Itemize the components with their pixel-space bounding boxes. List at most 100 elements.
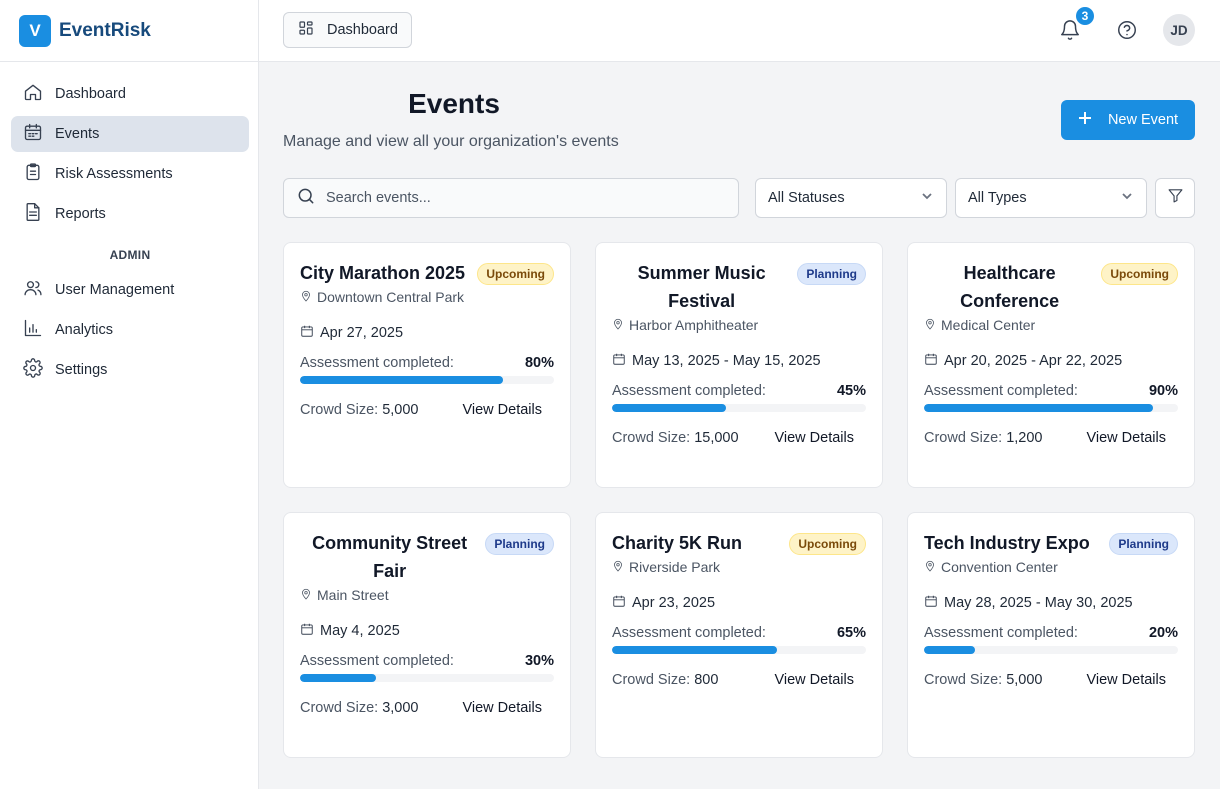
view-details-link[interactable]: View Details bbox=[1086, 672, 1166, 688]
calendar-icon bbox=[612, 352, 626, 370]
view-details-link[interactable]: View Details bbox=[1086, 430, 1166, 446]
status-badge: Planning bbox=[1109, 533, 1178, 555]
status-badge: Planning bbox=[485, 533, 554, 555]
crowd-size-label: Crowd Size: bbox=[612, 672, 691, 688]
filter-button[interactable] bbox=[1155, 178, 1195, 218]
event-location: Harbor Amphitheater bbox=[612, 315, 866, 335]
event-location-text: Convention Center bbox=[941, 559, 1058, 575]
sidebar-nav: Dashboard Events Risk Assessments Report… bbox=[0, 62, 258, 388]
event-card-footer: Crowd Size: 5,000 View Details bbox=[300, 402, 554, 418]
view-details-link[interactable]: View Details bbox=[462, 700, 542, 716]
status-badge: Upcoming bbox=[789, 533, 866, 555]
view-details-link[interactable]: View Details bbox=[774, 672, 854, 688]
gear-icon bbox=[23, 358, 43, 382]
brand[interactable]: V EventRisk bbox=[0, 0, 258, 62]
event-location-text: Riverside Park bbox=[629, 559, 721, 575]
map-pin-icon bbox=[612, 559, 624, 575]
event-date-text: May 13, 2025 - May 15, 2025 bbox=[632, 353, 821, 369]
assessment-progress-row: Assessment completed: 80% bbox=[300, 355, 554, 371]
type-select[interactable]: All Types bbox=[955, 178, 1147, 218]
assessment-progress-fill bbox=[612, 646, 778, 654]
sidebar-item-label: Risk Assessments bbox=[55, 166, 173, 182]
crowd-size: Crowd Size: 800 bbox=[612, 672, 718, 688]
event-location-text: Harbor Amphitheater bbox=[629, 317, 759, 333]
calendar-icon bbox=[924, 594, 938, 612]
home-icon bbox=[23, 82, 43, 106]
status-badge: Planning bbox=[797, 263, 866, 285]
event-card-footer: Crowd Size: 15,000 View Details bbox=[612, 430, 866, 446]
new-event-button[interactable]: New Event bbox=[1061, 100, 1195, 140]
sidebar-item-label: Reports bbox=[55, 206, 106, 222]
crowd-size-label: Crowd Size: bbox=[300, 402, 379, 418]
sidebar-item-reports[interactable]: Reports bbox=[11, 196, 249, 232]
breadcrumb-label: Dashboard bbox=[327, 22, 398, 38]
search-input[interactable] bbox=[326, 190, 706, 206]
bar-chart-icon bbox=[23, 318, 43, 342]
event-title: Summer Music Festival bbox=[637, 263, 766, 311]
event-card-header: Healthcare Conference Upcoming bbox=[924, 259, 1178, 315]
assessment-progress-bar bbox=[300, 674, 554, 682]
event-location: Medical Center bbox=[924, 315, 1178, 335]
assessment-label: Assessment completed: bbox=[612, 383, 766, 399]
plus-icon bbox=[1078, 111, 1092, 129]
crowd-size: Crowd Size: 5,000 bbox=[924, 672, 1043, 688]
event-date: May 4, 2025 bbox=[300, 621, 554, 641]
crowd-size-value: 5,000 bbox=[382, 402, 419, 418]
breadcrumb-dashboard-button[interactable]: Dashboard bbox=[283, 12, 412, 48]
chevron-down-icon bbox=[920, 189, 934, 207]
event-location-text: Downtown Central Park bbox=[317, 289, 465, 305]
filter-icon bbox=[1167, 187, 1184, 209]
assessment-progress-row: Assessment completed: 20% bbox=[924, 625, 1178, 641]
sidebar-item-settings[interactable]: Settings bbox=[11, 352, 249, 388]
status-select-value: All Statuses bbox=[768, 190, 845, 206]
event-card[interactable]: City Marathon 2025 Upcoming Downtown Cen… bbox=[283, 242, 571, 488]
type-select-value: All Types bbox=[968, 190, 1027, 206]
sidebar-item-events[interactable]: Events bbox=[11, 116, 249, 152]
map-pin-icon bbox=[924, 559, 936, 575]
search-icon bbox=[296, 186, 316, 211]
sidebar-item-user-management[interactable]: User Management bbox=[11, 272, 249, 308]
sidebar-item-label: Analytics bbox=[55, 322, 114, 338]
status-badge: Upcoming bbox=[477, 263, 554, 285]
crowd-size-value: 15,000 bbox=[694, 430, 739, 446]
assessment-progress-bar bbox=[300, 376, 554, 384]
event-card[interactable]: Community Street Fair Planning Main Stre… bbox=[283, 512, 571, 758]
assessment-progress-row: Assessment completed: 90% bbox=[924, 383, 1178, 399]
event-card-header: Summer Music Festival Planning bbox=[612, 259, 866, 315]
view-details-link[interactable]: View Details bbox=[462, 402, 542, 418]
view-details-link[interactable]: View Details bbox=[774, 430, 854, 446]
assessment-progress-fill bbox=[300, 376, 504, 384]
crowd-size-value: 5,000 bbox=[1006, 672, 1043, 688]
sidebar-item-label: Dashboard bbox=[55, 86, 126, 102]
assessment-label: Assessment completed: bbox=[612, 625, 766, 641]
event-card[interactable]: Charity 5K Run Upcoming Riverside Park A… bbox=[595, 512, 883, 758]
crowd-size: Crowd Size: 3,000 bbox=[300, 700, 419, 716]
map-pin-icon bbox=[300, 289, 312, 305]
event-card[interactable]: Tech Industry Expo Planning Convention C… bbox=[907, 512, 1195, 758]
assessment-percent: 45% bbox=[836, 383, 866, 399]
crowd-size: Crowd Size: 15,000 bbox=[612, 430, 739, 446]
avatar[interactable]: JD bbox=[1163, 14, 1195, 46]
event-date-text: Apr 20, 2025 - Apr 22, 2025 bbox=[944, 353, 1123, 369]
assessment-progress-bar bbox=[612, 404, 866, 412]
sidebar-item-analytics[interactable]: Analytics bbox=[11, 312, 249, 348]
document-icon bbox=[23, 202, 43, 226]
event-card[interactable]: Summer Music Festival Planning Harbor Am… bbox=[595, 242, 883, 488]
sidebar-item-risk-assessments[interactable]: Risk Assessments bbox=[11, 156, 249, 192]
event-date: Apr 27, 2025 bbox=[300, 323, 554, 343]
sidebar-item-dashboard[interactable]: Dashboard bbox=[11, 76, 249, 112]
assessment-label: Assessment completed: bbox=[300, 653, 454, 669]
assessment-progress-bar bbox=[924, 646, 1178, 654]
assessment-progress-row: Assessment completed: 45% bbox=[612, 383, 866, 399]
event-card[interactable]: Healthcare Conference Upcoming Medical C… bbox=[907, 242, 1195, 488]
crowd-size-label: Crowd Size: bbox=[612, 430, 691, 446]
sidebar-item-label: Events bbox=[55, 126, 100, 142]
event-date: May 13, 2025 - May 15, 2025 bbox=[612, 351, 866, 371]
sidebar-item-label: Settings bbox=[55, 362, 108, 378]
status-select[interactable]: All Statuses bbox=[755, 178, 947, 218]
help-icon[interactable] bbox=[1116, 19, 1138, 41]
chevron-down-icon bbox=[1120, 189, 1134, 207]
page-subtitle: Manage and view all your organization's … bbox=[283, 133, 619, 150]
assessment-progress-fill bbox=[924, 646, 975, 654]
crowd-size-label: Crowd Size: bbox=[300, 700, 379, 716]
